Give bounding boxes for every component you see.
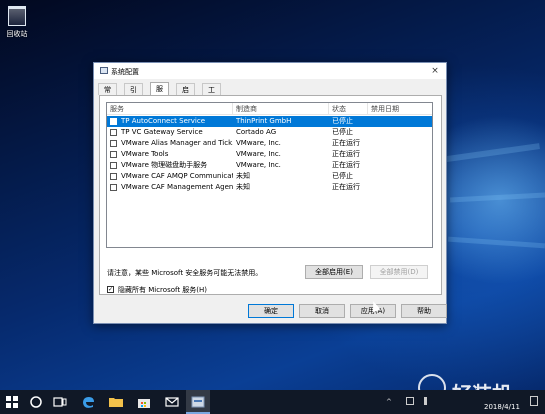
cancel-button[interactable]: 取消 — [299, 304, 345, 318]
ok-button[interactable]: 确定 — [248, 304, 294, 318]
service-row[interactable]: TP AutoConnect Service ThinPrint GmbH 已停… — [107, 116, 432, 127]
service-row[interactable]: VMware Tools VMware, Inc. 正在运行 — [107, 149, 432, 160]
edge-icon — [83, 397, 94, 408]
edge-button[interactable] — [76, 390, 100, 414]
light-beam — [449, 192, 545, 203]
hide-microsoft-services-checkbox[interactable]: ✓ — [107, 286, 114, 293]
service-status: 已停止 — [332, 172, 353, 180]
system-config-taskbar-button[interactable] — [186, 390, 210, 414]
service-name: TP VC Gateway Service — [121, 128, 203, 136]
light-beam — [447, 236, 545, 249]
tab-services[interactable]: 服务 — [150, 82, 169, 105]
service-checkbox[interactable] — [110, 184, 117, 191]
taskbar: ^ 2018/4/11 — [0, 390, 545, 414]
cortana-icon — [30, 396, 42, 408]
help-button[interactable]: 帮助 — [401, 304, 447, 318]
service-name: VMware CAF Management Agent... — [121, 183, 233, 191]
recycle-bin-icon — [8, 6, 26, 26]
enable-all-button[interactable]: 全部启用(E) — [305, 265, 363, 279]
column-header-status[interactable]: 状态 — [329, 103, 368, 115]
service-status: 已停止 — [332, 117, 353, 125]
recycle-bin[interactable]: 回收站 — [2, 4, 32, 48]
disable-all-button[interactable]: 全部禁用(D) — [370, 265, 428, 279]
store-button[interactable] — [132, 390, 156, 414]
service-name: VMware 物理磁盘助手服务 — [121, 161, 208, 169]
tab-startup[interactable]: 启动 — [176, 83, 195, 106]
service-row[interactable]: VMware CAF Management Agent... 未知 正在运行 — [107, 182, 432, 193]
column-header-manufacturer[interactable]: 制造商 — [233, 103, 329, 115]
services-list[interactable]: 服务 制造商 状态 禁用日期 TP AutoConnect Service Th… — [106, 102, 433, 248]
system-config-icon — [100, 67, 108, 74]
taskbar-date[interactable]: 2018/4/11 — [484, 403, 520, 411]
column-header-service[interactable]: 服务 — [107, 103, 233, 115]
hide-microsoft-services-label: 隐藏所有 Microsoft 服务(H) — [118, 286, 208, 294]
close-button[interactable]: × — [424, 63, 446, 79]
volume-icon[interactable] — [424, 397, 432, 405]
tab-general[interactable]: 常规 — [98, 83, 117, 106]
service-checkbox[interactable] — [110, 140, 117, 147]
system-config-icon — [191, 396, 205, 408]
service-name: VMware Tools — [121, 150, 169, 158]
start-icon — [6, 396, 18, 408]
service-name: VMware CAF AMQP Communicat... — [121, 172, 233, 180]
task-view-button[interactable] — [48, 390, 72, 414]
service-status: 已停止 — [332, 128, 353, 136]
service-checkbox[interactable] — [110, 129, 117, 136]
microsoft-services-note: 请注意，某些 Microsoft 安全服务可能无法禁用。 — [107, 269, 263, 277]
light-beam — [440, 143, 540, 163]
service-status: 正在运行 — [332, 183, 360, 191]
service-manufacturer: VMware, Inc. — [236, 139, 281, 147]
service-manufacturer: Cortado AG — [236, 128, 277, 136]
network-icon[interactable] — [406, 397, 414, 405]
service-row[interactable]: VMware Alias Manager and Tick... VMware,… — [107, 138, 432, 149]
service-checkbox[interactable] — [110, 173, 117, 180]
tab-boot[interactable]: 引导 — [124, 83, 143, 106]
store-icon — [138, 399, 150, 408]
action-center-icon[interactable] — [530, 396, 538, 406]
service-status: 正在运行 — [332, 139, 360, 147]
service-row[interactable]: VMware CAF AMQP Communicat... 未知 已停止 — [107, 171, 432, 182]
mail-button[interactable] — [160, 390, 184, 414]
service-name: TP AutoConnect Service — [121, 117, 206, 125]
service-checkbox[interactable] — [110, 118, 117, 125]
file-explorer-icon — [109, 398, 123, 407]
service-status: 正在运行 — [332, 150, 360, 158]
service-manufacturer: ThinPrint GmbH — [236, 117, 292, 125]
list-header: 服务 制造商 状态 禁用日期 — [107, 103, 432, 115]
services-panel: 服务 制造商 状态 禁用日期 TP AutoConnect Service Th… — [99, 95, 442, 295]
recycle-bin-label: 回收站 — [6, 30, 28, 38]
service-status: 正在运行 — [332, 161, 360, 169]
service-row[interactable]: VMware 物理磁盘助手服务 VMware, Inc. 正在运行 — [107, 160, 432, 171]
tab-tools[interactable]: 工具 — [202, 83, 221, 106]
tray-expand-icon[interactable]: ^ — [386, 398, 392, 406]
service-row[interactable]: TP VC Gateway Service Cortado AG 已停止 — [107, 127, 432, 138]
file-explorer-button[interactable] — [104, 390, 128, 414]
mail-icon — [165, 397, 179, 407]
column-header-disabled-date[interactable]: 禁用日期 — [368, 103, 432, 115]
dialog-titlebar[interactable]: 系统配置 × — [94, 63, 446, 79]
cortana-button[interactable] — [24, 390, 48, 414]
system-config-dialog: 系统配置 × 常规 引导 服务 启动 工具 服务 制造商 状态 禁用日期 TP … — [93, 62, 447, 324]
service-name: VMware Alias Manager and Tick... — [121, 139, 233, 147]
system-tray: ^ 2018/4/11 — [380, 390, 545, 414]
dialog-title: 系统配置 — [111, 68, 139, 76]
service-manufacturer: 未知 — [236, 172, 250, 180]
service-checkbox[interactable] — [110, 151, 117, 158]
service-checkbox[interactable] — [110, 162, 117, 169]
start-button[interactable] — [0, 390, 24, 414]
service-manufacturer: 未知 — [236, 183, 250, 191]
service-manufacturer: VMware, Inc. — [236, 161, 281, 169]
task-view-icon — [53, 397, 67, 407]
service-manufacturer: VMware, Inc. — [236, 150, 281, 158]
